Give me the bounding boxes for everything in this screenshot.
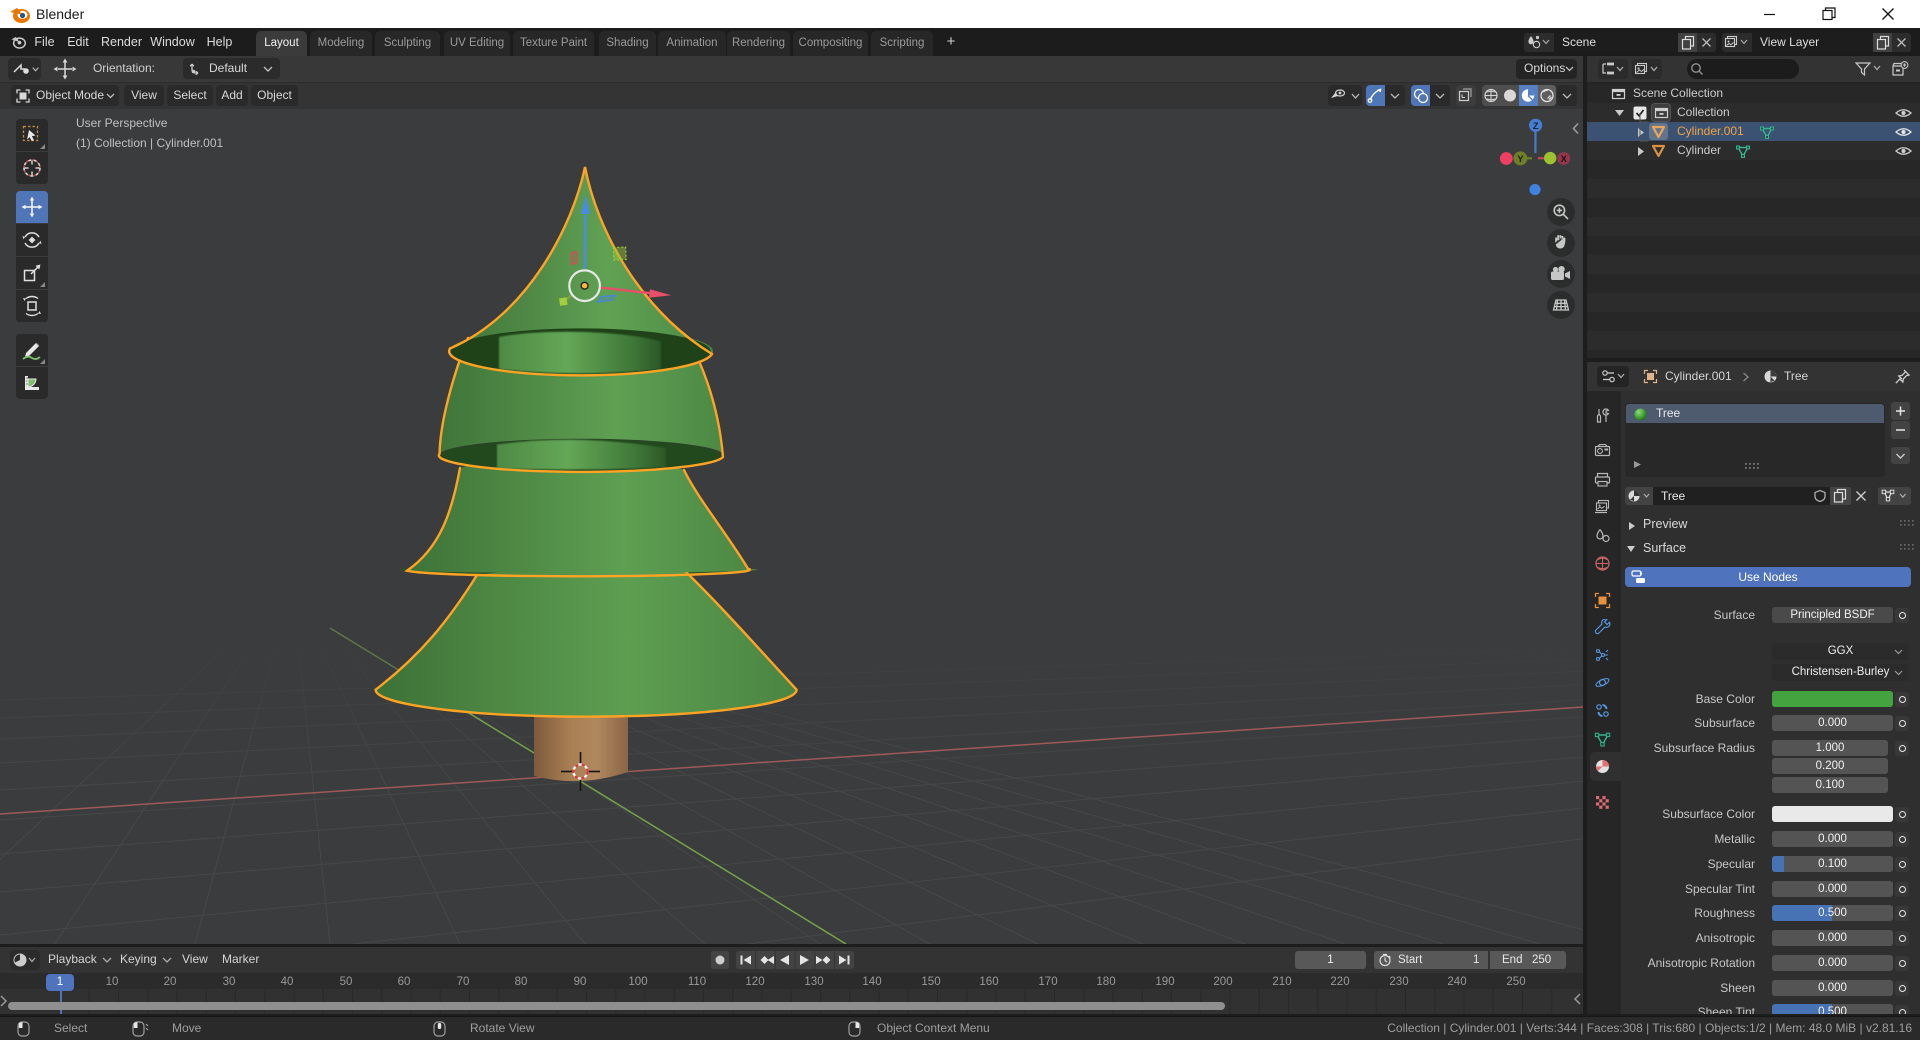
svg-text:Z: Z [1533, 121, 1539, 132]
svg-text:Y: Y [1517, 154, 1524, 165]
svg-text:X: X [1561, 154, 1568, 165]
